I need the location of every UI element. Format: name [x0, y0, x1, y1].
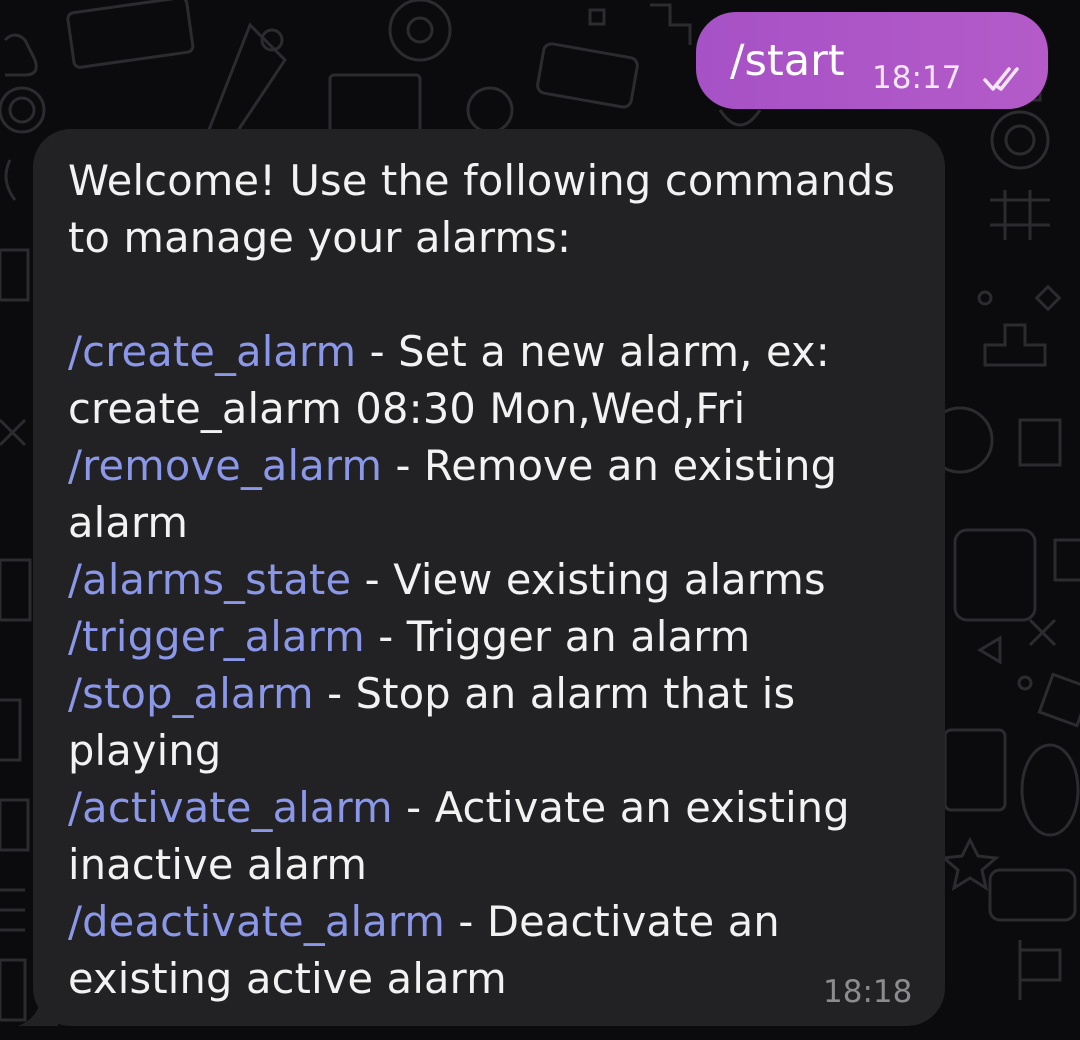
outgoing-message-text: /start — [730, 36, 845, 86]
outgoing-message-bubble[interactable]: /start 18:17 — [696, 12, 1048, 109]
intro-line: to manage your alarms: — [68, 213, 572, 262]
command-line: /create_alarm - Set a new alarm, ex: — [68, 323, 928, 380]
incoming-message-bubble[interactable]: Welcome! Use the following commands to m… — [33, 129, 945, 1026]
command-description-continued: existing active alarm — [68, 954, 507, 1003]
chat-background: /start 18:17 Welcome! Use the following … — [0, 0, 1080, 1040]
command-line: /alarms_state - View existing alarms — [68, 551, 928, 608]
command-line: /stop_alarm - Stop an alarm that is — [68, 665, 928, 722]
command-description: - Activate an existing — [392, 783, 850, 832]
command-line: /activate_alarm - Activate an existing — [68, 779, 928, 836]
double-check-icon — [983, 67, 1019, 91]
command-description-continued: inactive alarm — [68, 840, 368, 889]
outgoing-message-time: 18:17 — [872, 60, 962, 96]
intro-line: Welcome! Use the following commands — [68, 156, 896, 205]
incoming-message-time: 18:18 — [823, 974, 913, 1010]
command-description: - Trigger an alarm — [364, 612, 751, 661]
command-line: /trigger_alarm - Trigger an alarm — [68, 608, 928, 665]
command-link-remove-alarm[interactable]: /remove_alarm — [68, 441, 382, 490]
command-link-deactivate-alarm[interactable]: /deactivate_alarm — [68, 897, 445, 946]
command-link-create-alarm[interactable]: /create_alarm — [68, 327, 356, 376]
command-link-trigger-alarm[interactable]: /trigger_alarm — [68, 612, 365, 661]
command-link-activate-alarm[interactable]: /activate_alarm — [68, 783, 393, 832]
command-link-stop-alarm[interactable]: /stop_alarm — [68, 669, 314, 718]
command-description-continued: create_alarm 08:30 Mon,Wed,Fri — [68, 384, 746, 433]
command-description: - Deactivate an — [445, 897, 780, 946]
command-description: - Stop an alarm that is — [313, 669, 796, 718]
command-link-alarms-state[interactable]: /alarms_state — [68, 555, 351, 604]
command-line: /remove_alarm - Remove an existing — [68, 437, 928, 494]
command-description-continued: playing — [68, 726, 222, 775]
incoming-message-text: Welcome! Use the following commands to m… — [68, 152, 928, 1007]
command-description: - Set a new alarm, ex: — [356, 327, 830, 376]
command-description: - Remove an existing — [382, 441, 838, 490]
command-description: - View existing alarms — [351, 555, 826, 604]
command-description-continued: alarm — [68, 498, 189, 547]
command-line: /deactivate_alarm - Deactivate an — [68, 893, 928, 950]
